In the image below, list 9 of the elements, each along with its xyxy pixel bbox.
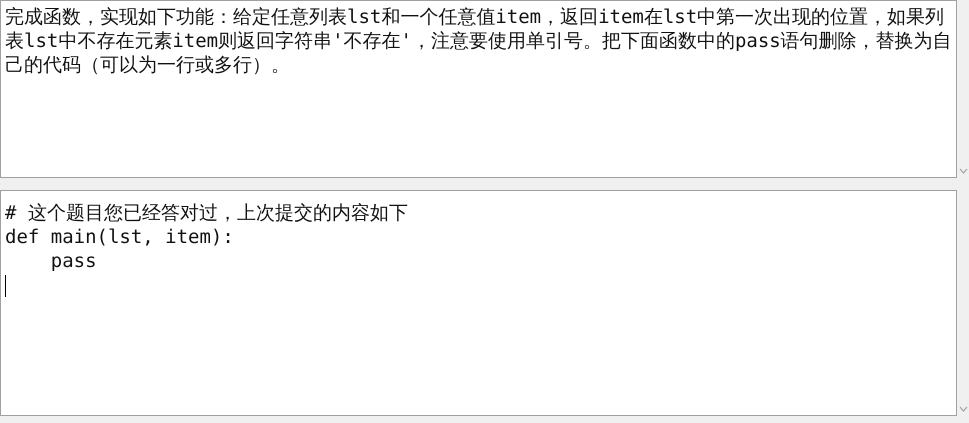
question-text-area[interactable]: 完成函数，实现如下功能：给定任意列表lst和一个任意值item，返回item在lst中第一次出现的位置，如果列表lst中不存在元素item则返回字符串'不存在'，注意要使用单引号。把下面函数中的pass语句删除，替换为自己的代码（可以为一行或多行）。 xyxy=(0,0,957,178)
text-cursor xyxy=(5,275,6,297)
code-line: def main(lst, item): xyxy=(5,225,235,249)
question-text: 完成函数，实现如下功能：给定任意列表lst和一个任意值item，返回item在lst中第一次出现的位置，如果列表lst中不存在元素item则返回字符串'不存在'，注意要使用单引号。把下面函数中的pass语句删除，替换为自己的代码（可以为一行或多行）。 xyxy=(5,5,952,77)
scroll-down-icon[interactable] xyxy=(958,406,968,412)
scroll-down-icon[interactable] xyxy=(958,168,968,174)
code-editor[interactable]: # 这个题目您已经答对过，上次提交的内容如下 def main(lst, item): pass xyxy=(0,190,957,416)
code-line: # 这个题目您已经答对过，上次提交的内容如下 xyxy=(5,201,409,225)
code-line: pass xyxy=(50,249,98,273)
